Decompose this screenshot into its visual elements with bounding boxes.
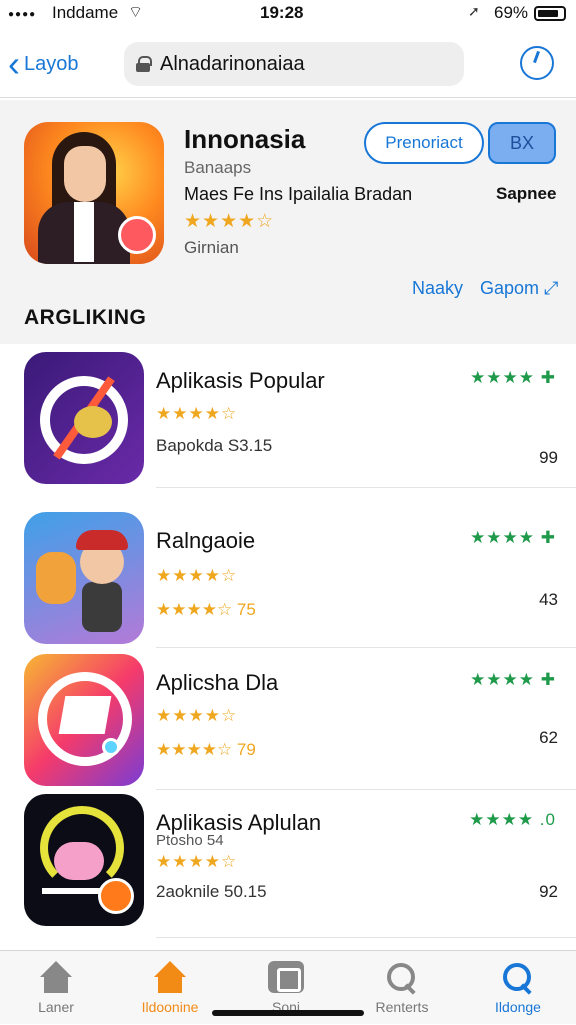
app-green-rating: ★★★★ ✚	[470, 670, 556, 689]
featured-app-description: Maes Fe Ins Ipailalia Bradan	[184, 184, 413, 204]
tab-label: Ildonge	[495, 999, 541, 1015]
status-bar: ●●●● Inddame ⌔ 19:28 ➚ 69%	[0, 0, 576, 28]
battery-percent: 69%	[494, 3, 529, 22]
address-field[interactable]: Alnadarinonaiaa	[124, 42, 464, 86]
tab-search[interactable]: Renterts	[350, 951, 454, 1025]
reload-icon[interactable]	[520, 46, 554, 80]
back-button[interactable]: ‹ Layob	[8, 44, 79, 84]
app-rating: ★★★★☆	[156, 404, 238, 423]
app-meta: ★★★★☆ 79	[156, 740, 256, 759]
app-icon[interactable]	[24, 794, 144, 926]
featured-app-subtitle: Banaaps	[184, 158, 252, 177]
wifi-icon: ⌔	[128, 4, 144, 21]
lock-icon	[136, 56, 152, 72]
app-icon[interactable]	[24, 654, 144, 786]
app-meta: ★★★★☆ 75	[156, 600, 256, 619]
list-item[interactable]: Ralngaoie ★★★★☆ ★★★★☆ 75 ★★★★ ✚ 43	[0, 506, 576, 648]
app-meta: 2aoknile 50.15	[156, 882, 267, 901]
app-count: 43	[539, 590, 558, 609]
app-rating: ★★★★☆	[156, 852, 238, 871]
home-icon	[152, 961, 188, 993]
app-rating: ★★★★☆	[156, 566, 238, 585]
app-green-rating: ★★★★ ✚	[470, 528, 556, 547]
tab-home[interactable]: Laner	[4, 951, 108, 1025]
link-right[interactable]: Gapom ⤢	[480, 278, 558, 299]
secondary-button[interactable]: BX	[488, 122, 556, 164]
app-count: 62	[539, 728, 558, 747]
address-text: Alnadarinonaiaa	[160, 52, 305, 75]
app-name: Aplikasis Popular	[156, 368, 325, 393]
app-green-rating: ★★★★ ✚	[470, 368, 556, 387]
tab-label: Laner	[38, 999, 74, 1015]
app-rating: ★★★★☆	[156, 706, 238, 725]
app-icon[interactable]	[24, 512, 144, 644]
search-icon	[500, 961, 536, 993]
battery-icon	[534, 6, 566, 21]
featured-app-category: Girnian	[184, 238, 239, 257]
carrier-label: Inddame	[52, 3, 119, 22]
app-subtitle: Ptosho 54	[156, 832, 224, 849]
list-item[interactable]: Aplicsha Dla ★★★★☆ ★★★★☆ 79 ★★★★ ✚ 62	[0, 648, 576, 790]
featured-app-title[interactable]: Innonasia	[184, 124, 305, 155]
get-button[interactable]: Prenoriact	[364, 122, 484, 164]
chevron-left-icon: ‹	[8, 43, 20, 84]
location-icon: ➚	[468, 3, 480, 19]
app-name: Ralngaoie	[156, 528, 256, 553]
link-left[interactable]: Naaky	[412, 278, 463, 299]
signal-icon: ●●●●	[8, 9, 37, 20]
search-icon	[384, 961, 420, 993]
app-meta: Bapokda S3.15	[156, 436, 273, 455]
tab-search-active[interactable]: Ildonge	[466, 951, 570, 1025]
featured-app-rating: ★★★★☆	[184, 211, 275, 232]
featured-app-card: Innonasia Banaaps Maes Fe Ins Ipailalia …	[0, 100, 576, 344]
featured-app-icon[interactable]	[24, 122, 164, 264]
divider	[156, 937, 576, 938]
app-name: Aplicsha Dla	[156, 670, 279, 695]
featured-app-side-label: Sapnee	[496, 184, 557, 203]
tab-label: Renterts	[375, 999, 429, 1015]
home-indicator	[212, 1010, 364, 1016]
section-title: ARGLIKING	[24, 306, 147, 329]
apps-icon	[268, 961, 304, 993]
divider	[156, 487, 576, 488]
list-item[interactable]: Aplikasis Popular ★★★★☆ Bapokda S3.15 ★★…	[0, 346, 576, 488]
clock: 19:28	[260, 3, 304, 22]
tab-featured[interactable]: Ildoonine	[118, 951, 222, 1025]
tab-label: Ildoonine	[141, 999, 199, 1015]
app-count: 99	[539, 448, 558, 467]
navigation-bar: ‹ Layob Alnadarinonaiaa	[0, 36, 576, 98]
list-item[interactable]: Aplikasis Aplulan Ptosho 54 ★★★★☆ 2aokni…	[0, 788, 576, 938]
app-count: 92	[539, 882, 558, 901]
back-label: Layob	[24, 52, 79, 75]
app-green-rating: ★★★★ .0	[469, 810, 556, 829]
app-icon[interactable]	[24, 352, 144, 484]
home-icon	[38, 961, 74, 993]
